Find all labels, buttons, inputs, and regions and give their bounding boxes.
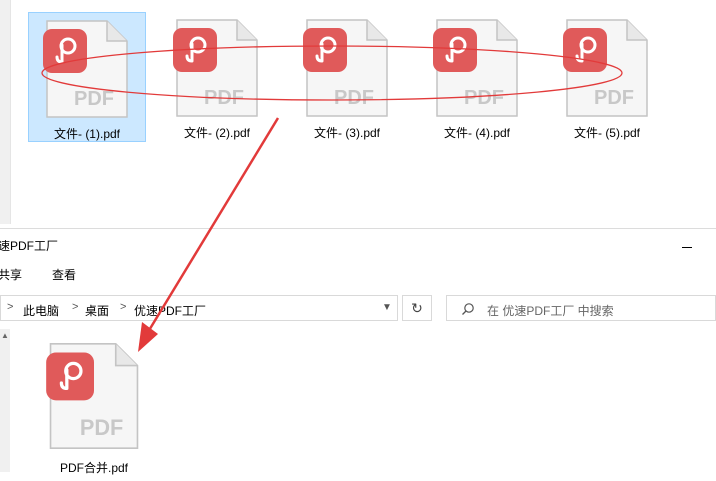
tab-view[interactable]: 查看 — [52, 266, 76, 283]
svg-text:PDF: PDF — [464, 87, 504, 109]
breadcrumb-desktop[interactable]: 桌面 — [85, 302, 109, 319]
chevron-right-icon: > — [72, 301, 79, 313]
search-box[interactable]: 在 优速PDF工厂 中搜索 — [446, 295, 716, 321]
ribbon-tabs: 共享 查看 — [0, 261, 716, 285]
svg-text:PDF: PDF — [334, 87, 374, 109]
scroll-up-icon[interactable]: ▲ — [0, 331, 10, 343]
pdf-file-icon: PDF — [173, 19, 258, 117]
left-scrollbar[interactable] — [0, 0, 11, 224]
merged-file-name: PDF合并.pdf — [59, 461, 129, 475]
refresh-icon: ↻ — [411, 300, 423, 316]
search-placeholder: 在 优速PDF工厂 中搜索 — [487, 304, 614, 318]
folder-content: ▲ PDF PDF合并.pdf — [0, 329, 716, 475]
pdf-file-icon: PDF — [303, 19, 388, 117]
pdf-file-icon: PDF — [46, 343, 139, 449]
chevron-right-icon: > — [7, 301, 14, 313]
pdf-file-icon: PDF — [433, 19, 518, 117]
address-row: > 此电脑 > 桌面 > 优速PDF工厂 ▼ ↻ 在 优速PDF工厂 中搜索 — [0, 293, 716, 325]
address-dropdown-button[interactable]: ▼ — [377, 296, 397, 320]
file-name: 文件- (4).pdf — [443, 126, 510, 140]
search-icon — [462, 303, 474, 315]
svg-text:PDF: PDF — [74, 88, 114, 110]
address-bar[interactable]: > 此电脑 > 桌面 > 优速PDF工厂 ▼ — [0, 295, 398, 321]
pdf-file-icon: PDF — [43, 20, 128, 118]
svg-text:PDF: PDF — [594, 87, 634, 109]
file-item-5[interactable]: PDF 文件- (5).pdf — [548, 12, 666, 142]
file-name: 文件- (5).pdf — [573, 126, 640, 140]
source-folder-pane: PDF 文件- (1).pdf PDF 文件- (2).pdf PDF 文件- … — [0, 0, 716, 224]
chevron-right-icon: > — [120, 301, 127, 313]
file-item-4[interactable]: PDF 文件- (4).pdf — [418, 12, 536, 142]
file-name: 文件- (2).pdf — [183, 126, 250, 140]
refresh-button[interactable]: ↻ — [402, 295, 432, 321]
window-title: 速PDF工厂 — [0, 239, 59, 253]
file-item-1[interactable]: PDF 文件- (1).pdf — [28, 12, 146, 142]
file-name: 文件- (1).pdf — [53, 127, 120, 141]
pdf-file-icon: PDF — [563, 19, 648, 117]
explorer-window: 速PDF工厂 共享 查看 > 此电脑 > 桌面 > 优速PDF工厂 ▼ ↻ 在 … — [0, 228, 716, 475]
breadcrumb-this-pc[interactable]: 此电脑 — [23, 302, 59, 319]
minimize-button[interactable] — [674, 231, 702, 257]
file-item-3[interactable]: PDF 文件- (3).pdf — [288, 12, 406, 142]
title-bar: 速PDF工厂 — [0, 229, 716, 259]
vertical-scrollbar[interactable]: ▲ — [0, 329, 10, 472]
file-item-2[interactable]: PDF 文件- (2).pdf — [158, 12, 276, 142]
file-name: 文件- (3).pdf — [313, 126, 380, 140]
chevron-down-icon: ▼ — [382, 302, 392, 313]
svg-text:PDF: PDF — [80, 415, 123, 440]
minimize-icon — [682, 247, 692, 248]
merged-file-item[interactable]: PDF PDF合并.pdf — [40, 341, 148, 481]
tab-share[interactable]: 共享 — [0, 266, 22, 283]
svg-text:PDF: PDF — [204, 87, 244, 109]
breadcrumb-folder[interactable]: 优速PDF工厂 — [134, 302, 206, 319]
